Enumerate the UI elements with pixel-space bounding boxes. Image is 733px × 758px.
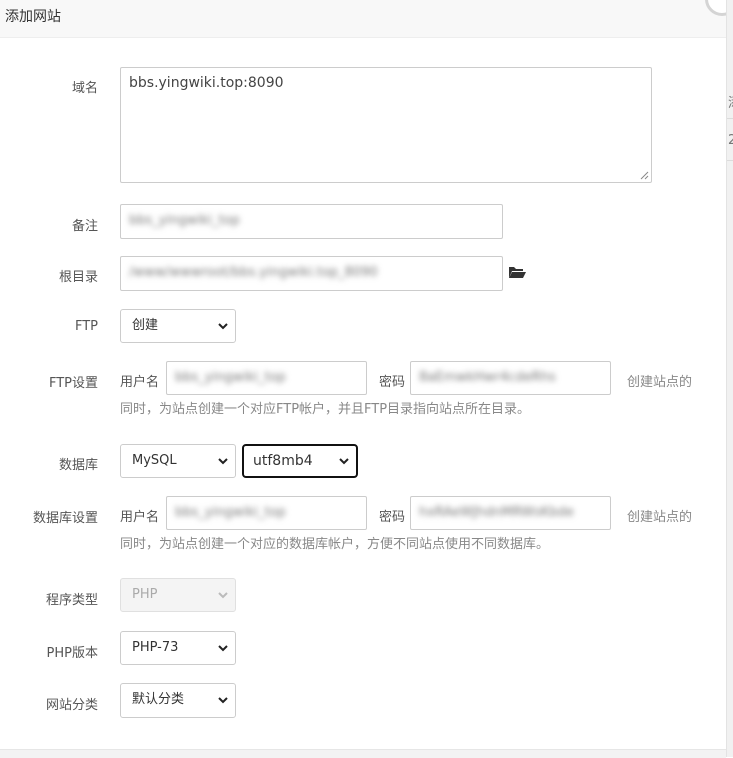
program-type-selected: PHP	[132, 587, 158, 602]
database-label: 数据库	[58, 458, 98, 473]
php-version-select[interactable]: PHP-73	[120, 631, 236, 665]
site-category-select[interactable]: 默认分类	[120, 683, 236, 718]
note-input[interactable]: bbs_yingwiki_top	[120, 204, 503, 239]
dialog-title: 添加网站	[5, 9, 61, 25]
chevron-down-icon	[339, 458, 349, 465]
background-text-fragment: 2	[728, 133, 733, 148]
resize-grip-icon[interactable]	[640, 171, 649, 180]
program-type-select: PHP	[120, 578, 236, 612]
ftp-password-value: 8aEmwkHwr4cdeRhs	[419, 370, 556, 385]
root-dir-input[interactable]: /www/wwwroot/bbs.yingwiki.top_8090	[120, 256, 503, 291]
dialog-titlebar: 添加网站	[0, 0, 726, 38]
ftp-settings-label: FTP设置	[48, 376, 98, 391]
background-divider	[727, 118, 733, 119]
background-page-strip: 添 2	[726, 0, 733, 757]
domain-value: bbs.yingwiki.top:8090	[129, 75, 284, 91]
ftp-label: FTP	[74, 319, 98, 334]
db-hint-right: 创建站点的	[627, 510, 693, 525]
db-settings-label: 数据库设置	[32, 511, 98, 526]
folder-open-icon[interactable]	[508, 264, 526, 280]
chevron-down-icon	[218, 592, 228, 599]
db-password-label: 密码	[379, 510, 406, 525]
db-password-input[interactable]: hxRAeWJhdnMRWsKbde	[410, 496, 611, 530]
domain-textarea[interactable]: bbs.yingwiki.top:8090	[120, 67, 652, 183]
ftp-selected: 创建	[132, 318, 159, 333]
chevron-down-icon	[218, 645, 228, 652]
site-category-selected: 默认分类	[132, 692, 185, 707]
database-charset-selected: utf8mb4	[253, 453, 313, 469]
ftp-select[interactable]: 创建	[120, 309, 236, 343]
ftp-user-value: bbs_yingwiki_top	[175, 370, 286, 385]
database-engine-select[interactable]: MySQL	[120, 444, 236, 478]
php-version-selected: PHP-73	[132, 640, 179, 655]
domain-label: 域名	[71, 81, 98, 96]
ftp-hint-right: 创建站点的	[627, 375, 693, 390]
ftp-password-input[interactable]: 8aEmwkHwr4cdeRhs	[410, 361, 611, 395]
database-engine-selected: MySQL	[132, 453, 177, 468]
db-password-value: hxRAeWJhdnMRWsKbde	[419, 505, 574, 520]
ftp-password-label: 密码	[379, 375, 406, 390]
ftp-user-label: 用户名	[120, 375, 160, 390]
ftp-hint-line2: 同时，为站点创建一个对应FTP帐户，并且FTP目录指向站点所在目录。	[120, 402, 531, 417]
database-charset-select[interactable]: utf8mb4	[242, 444, 358, 478]
ftp-user-input[interactable]: bbs_yingwiki_top	[166, 361, 367, 395]
db-user-value: bbs_yingwiki_top	[175, 505, 286, 520]
note-value: bbs_yingwiki_top	[129, 213, 240, 228]
chevron-down-icon	[218, 458, 228, 465]
background-divider	[727, 160, 733, 161]
chevron-down-icon	[218, 323, 228, 330]
db-user-input[interactable]: bbs_yingwiki_top	[166, 496, 367, 530]
db-user-label: 用户名	[120, 510, 160, 525]
program-type-label: 程序类型	[45, 593, 98, 608]
root-dir-label: 根目录	[58, 270, 98, 285]
chevron-down-icon	[218, 697, 228, 704]
php-version-label: PHP版本	[46, 646, 98, 661]
note-label: 备注	[71, 219, 98, 234]
root-dir-value: /www/wwwroot/bbs.yingwiki.top_8090	[129, 265, 378, 280]
background-text-fragment: 添	[728, 92, 733, 111]
site-category-label: 网站分类	[45, 698, 98, 713]
db-hint-line2: 同时，为站点创建一个对应的数据库帐户，方便不同站点使用不同数据库。	[120, 537, 550, 552]
